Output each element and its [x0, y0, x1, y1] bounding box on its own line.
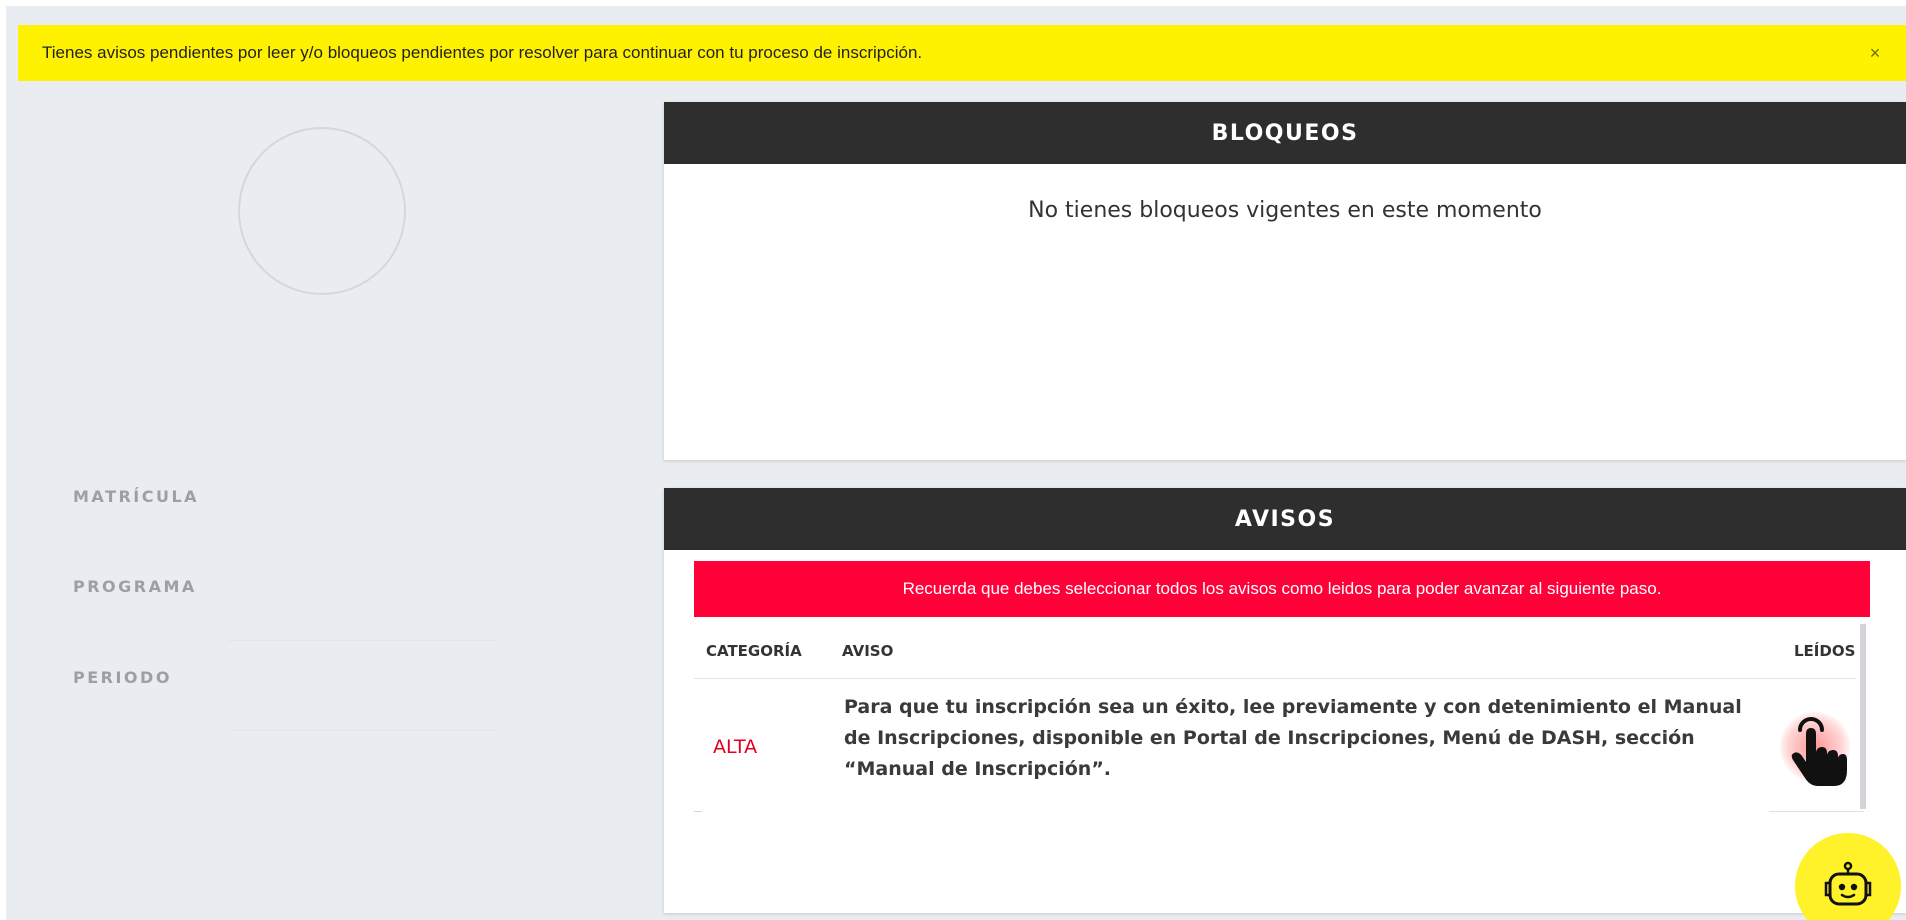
avisos-panel: AVISOS Recuerda que debes seleccionar to… [664, 488, 1906, 913]
avisos-warning-banner: Recuerda que debes seleccionar todos los… [694, 561, 1870, 617]
alert-message: Tienes avisos pendientes por leer y/o bl… [42, 43, 923, 62]
notice-text: Para que tu inscripción sea un éxito, le… [844, 696, 1742, 780]
category-badge: ALTA [713, 736, 758, 758]
periodo-divider [228, 730, 498, 731]
programa-divider [228, 640, 498, 641]
mark-read-toggle[interactable] [1772, 702, 1856, 794]
avisos-table: CATEGORÍA AVISO LEÍDOS ALTA Para que tu … [694, 624, 1870, 920]
avisos-title: AVISOS [664, 488, 1906, 550]
column-header-read: LEÍDOS [1794, 642, 1856, 660]
column-header-notice: AVISO [842, 642, 894, 660]
bloqueos-empty-message: No tienes bloqueos vigentes en este mome… [1028, 198, 1542, 223]
column-header-category: CATEGORÍA [706, 642, 802, 660]
header-divider [694, 678, 1856, 679]
robot-icon [1824, 861, 1872, 906]
bloqueos-panel: BLOQUEOS No tienes bloqueos vigentes en … [664, 102, 1906, 460]
row-divider [694, 811, 702, 812]
tap-hand-icon [1791, 717, 1847, 786]
close-icon[interactable]: × [1864, 43, 1886, 64]
table-scrollbar[interactable] [1860, 624, 1866, 809]
periodo-label: PERIODO [73, 668, 172, 687]
matricula-label: MATRÍCULA [73, 487, 200, 506]
programa-label: PROGRAMA [73, 577, 197, 596]
row-divider [1769, 811, 1864, 812]
bloqueos-title: BLOQUEOS [664, 102, 1906, 164]
pending-alert-banner: Tienes avisos pendientes por leer y/o bl… [18, 25, 1906, 81]
avatar [238, 127, 406, 295]
